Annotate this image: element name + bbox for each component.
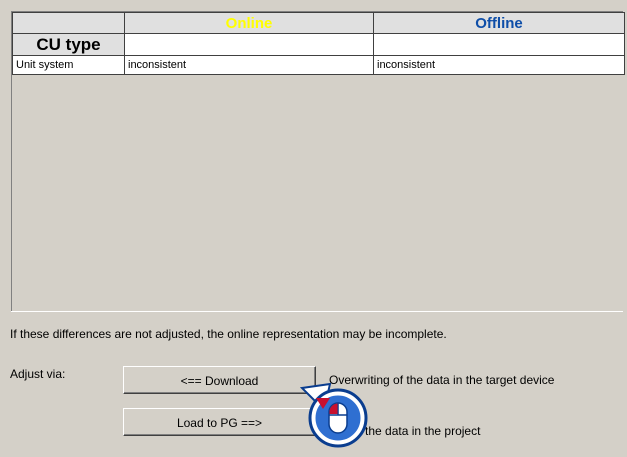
offline-value-cell: inconsistent <box>373 55 625 75</box>
adjust-via-label: Adjust via: <box>10 367 66 381</box>
cu-online-cell <box>124 33 374 56</box>
load-to-pg-button[interactable]: Load to PG ==> <box>123 408 316 436</box>
header-online: Online <box>124 12 374 34</box>
warning-message: If these differences are not adjusted, t… <box>10 327 447 341</box>
mouse-left-click-icon <box>300 382 368 448</box>
comparison-table: Online Offline CU type Unit system incon… <box>12 12 625 75</box>
grid-divider <box>11 311 623 312</box>
online-value-cell: inconsistent <box>124 55 374 75</box>
param-cell: Unit system <box>12 55 125 75</box>
table-row[interactable]: Unit system inconsistent inconsistent <box>12 55 625 75</box>
cu-type-cell: CU type <box>12 33 125 56</box>
download-button[interactable]: <== Download <box>123 366 316 394</box>
header-row: Online Offline <box>12 12 625 34</box>
subheader-row: CU type <box>12 33 625 56</box>
header-empty <box>12 12 125 34</box>
cu-offline-cell <box>373 33 625 56</box>
header-offline: Offline <box>373 12 625 34</box>
comparison-grid: Online Offline CU type Unit system incon… <box>11 11 625 311</box>
